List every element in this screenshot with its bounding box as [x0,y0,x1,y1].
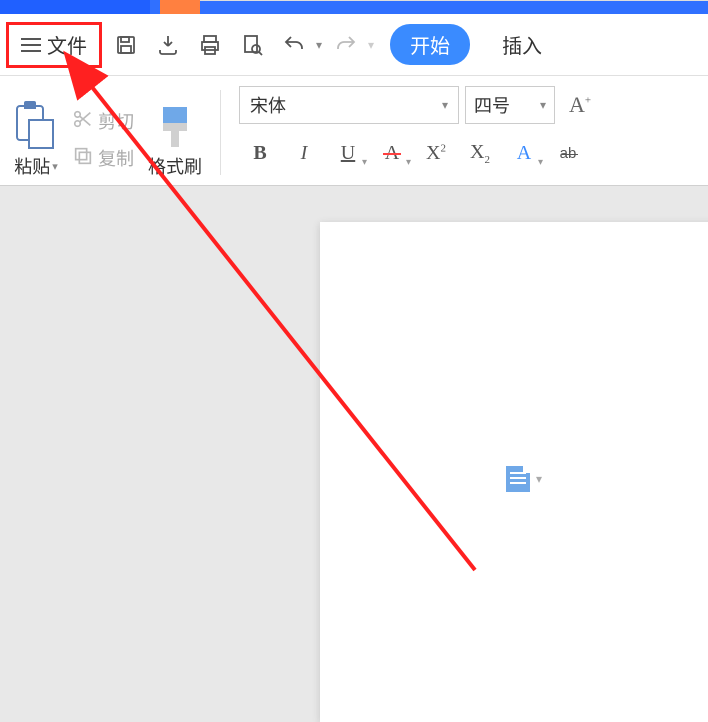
tab-start-label: 开始 [410,36,450,58]
bold-button[interactable]: B [239,134,281,172]
chevron-down-icon: ▾ [540,98,546,112]
scissors-icon [72,108,94,135]
font-size-value: 四号 [474,92,510,118]
bold-icon: B [253,142,266,165]
paste-options-icon [506,466,530,492]
underline-button[interactable]: U [327,134,369,172]
copy-button[interactable]: 复制 [72,145,134,172]
ribbon: 粘贴 ▾ 剪切 复制 格式刷 宋体 ▾ [0,76,708,186]
chevron-down-icon: ▾ [536,472,542,486]
titlebar-accent-blue [0,0,150,14]
italic-button[interactable]: I [283,134,325,172]
strikethrough-icon: A [385,142,399,165]
titlebar-rest [200,0,708,1]
subscript-button[interactable]: X2 [459,134,501,172]
export-button[interactable] [150,27,186,63]
cut-button[interactable]: 剪切 [72,108,134,135]
title-bar [0,0,708,14]
format-painter-button[interactable]: 格式刷 [148,84,202,185]
paste-icon [14,101,58,149]
superscript-button[interactable]: X2 [415,134,457,172]
tab-insert-label: 插入 [502,36,542,58]
underline-icon: U [341,142,355,165]
redo-dropdown-caret[interactable]: ▾ [368,38,374,52]
highlight-icon: ab [560,145,577,162]
font-group: 宋体 ▾ 四号 ▾ A+ B I U A X2 X2 A ab [239,84,708,185]
redo-button[interactable] [328,27,364,63]
print-button[interactable] [192,27,228,63]
file-menu-button[interactable]: 文件 [6,22,102,68]
text-effects-button[interactable]: A [503,134,545,172]
highlight-button[interactable]: ab [547,134,589,172]
copy-label: 复制 [98,145,134,171]
tab-insert[interactable]: 插入 [486,24,558,65]
increase-font-button[interactable]: A+ [561,86,599,124]
copy-icon [72,145,94,172]
document-canvas[interactable]: ▾ 候 觉 [0,186,708,604]
paste-caret-icon: ▾ [52,160,58,173]
titlebar-accent-orange [160,0,200,14]
brush-icon [157,105,193,149]
print-preview-button[interactable] [234,27,270,63]
strikethrough-button[interactable]: A [371,134,413,172]
chevron-down-icon: ▾ [442,98,448,112]
format-painter-label: 格式刷 [148,153,202,179]
undo-dropdown-caret[interactable]: ▾ [316,38,322,52]
font-name-value: 宋体 [250,92,286,118]
font-name-selector[interactable]: 宋体 ▾ [239,86,459,124]
menu-bar: 文件 ▾ ▾ 开始 插入 [0,14,708,76]
document-page[interactable]: ▾ 候 觉 [320,222,708,722]
cut-label: 剪切 [98,108,134,134]
hamburger-icon [21,38,41,52]
subscript-icon: X2 [470,141,490,166]
ribbon-separator [220,90,221,175]
tab-start[interactable]: 开始 [390,24,470,65]
superscript-icon: X2 [426,142,446,165]
paste-options-smart-tag[interactable]: ▾ [506,466,542,492]
paste-button[interactable]: 粘贴 ▾ [14,84,58,185]
font-size-selector[interactable]: 四号 ▾ [465,86,555,124]
undo-button[interactable] [276,27,312,63]
italic-icon: I [301,142,308,165]
paste-label: 粘贴 [14,153,50,179]
file-menu-label: 文件 [47,30,87,59]
clipboard-extras: 剪切 复制 [72,84,134,185]
text-effects-icon: A [517,142,531,165]
save-button[interactable] [108,27,144,63]
increase-font-icon: A+ [569,92,591,118]
